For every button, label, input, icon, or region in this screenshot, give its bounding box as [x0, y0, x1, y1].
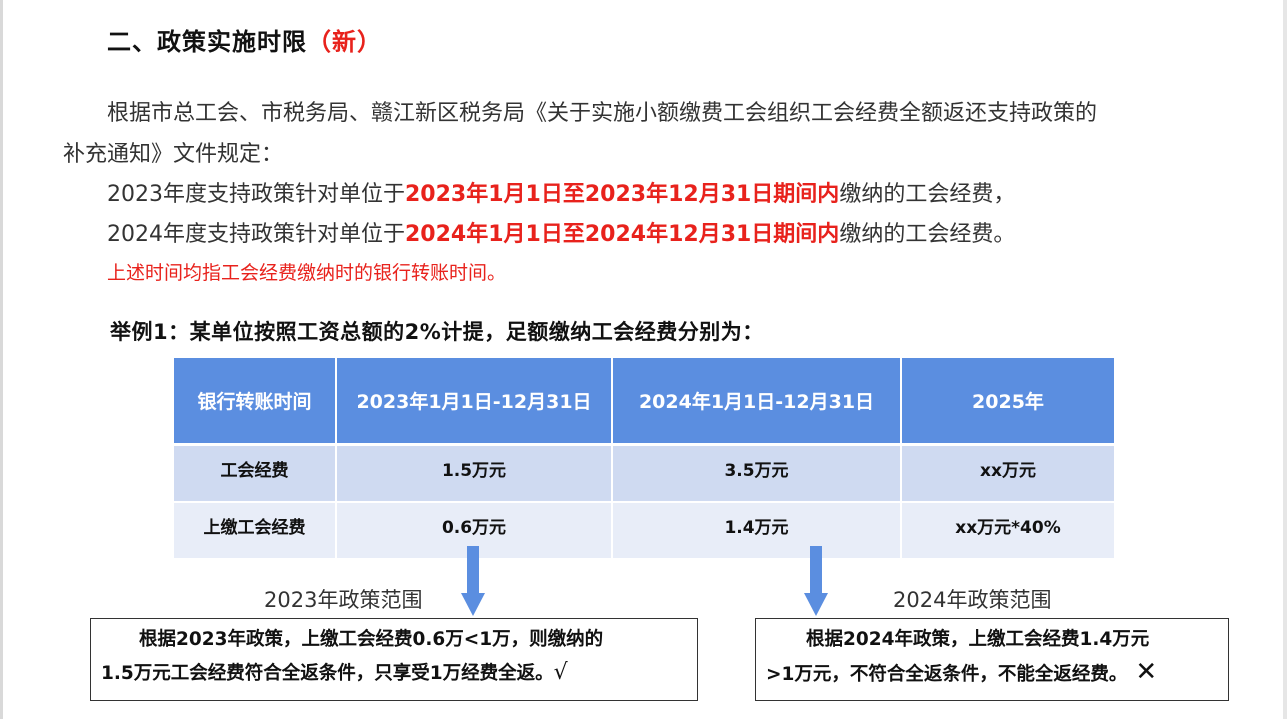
- cell-remitted-fee-2025: xx万元*40%: [901, 502, 1114, 560]
- box-2024-line-2: >1万元，不符合全返条件，不能全返经费。 ✕: [756, 656, 1228, 691]
- intro-line-2: 补充通知》文件规定：: [63, 142, 284, 167]
- arrow-down-icon: [461, 546, 485, 616]
- time-note: 上述时间均指工会经费缴纳时的银行转账时间。: [107, 262, 507, 284]
- table-row: 工会经费 1.5万元 3.5万元 xx万元: [174, 444, 1114, 503]
- policy-2023-line: 2023年度支持政策针对单位于2023年1月1日至2023年12月31日期间内缴…: [107, 176, 1015, 208]
- scope-2024-label: 2024年政策范围: [893, 588, 1052, 612]
- scope-2023-label: 2023年政策范围: [264, 588, 423, 612]
- explanation-box-2023: 根据2023年政策，上缴工会经费0.6万<1万，则缴纳的 1.5万元工会经费符合…: [90, 618, 698, 701]
- example-title: 举例1：某单位按照工资总额的2%计提，足额缴纳工会经费分别为：: [110, 320, 764, 344]
- box-2023-line-2: 1.5万元工会经费符合全返条件，只享受1万经费全返。√: [91, 656, 697, 690]
- cell-label-remitted-fee: 上缴工会经费: [174, 502, 337, 560]
- policy-2024-prefix: 2024年度支持政策针对单位于: [107, 222, 405, 247]
- box-2023-line-1: 根据2023年政策，上缴工会经费0.6万<1万，则缴纳的: [139, 629, 604, 650]
- slide-left-edge: [0, 0, 3, 719]
- table-header-row: 银行转账时间 2023年1月1日-12月31日 2024年1月1日-12月31日…: [174, 358, 1114, 446]
- policy-table: 银行转账时间 2023年1月1日-12月31日 2024年1月1日-12月31日…: [174, 358, 1114, 560]
- policy-2023-suffix: 缴纳的工会经费，: [839, 182, 1016, 207]
- header-transfer-time: 银行转账时间: [174, 358, 337, 446]
- title-new-tag: （新）: [307, 28, 382, 56]
- policy-2023-prefix: 2023年度支持政策针对单位于: [107, 182, 405, 207]
- section-title: 二、政策实施时限（新）: [107, 22, 382, 57]
- cell-remitted-fee-2024: 1.4万元: [612, 502, 902, 560]
- table-row: 上缴工会经费 0.6万元 1.4万元 xx万元*40%: [174, 502, 1114, 560]
- cross-mark-icon: ✕: [1135, 657, 1158, 687]
- cell-union-fee-2024: 3.5万元: [612, 444, 902, 503]
- header-2023: 2023年1月1日-12月31日: [336, 358, 613, 446]
- intro-line-1: 根据市总工会、市税务局、赣江新区税务局《关于实施小额缴费工会组织工会经费全额返还…: [107, 101, 1098, 126]
- policy-2024-suffix: 缴纳的工会经费。: [839, 222, 1016, 247]
- policy-2023-period: 2023年1月1日至2023年12月31日期间内: [405, 182, 840, 207]
- title-text: 二、政策实施时限: [107, 28, 307, 56]
- box-2024-line-2-text: >1万元，不符合全返条件，不能全返经费。: [766, 664, 1128, 685]
- header-2025: 2025年: [901, 358, 1114, 446]
- box-2024-line-1: 根据2024年政策，上缴工会经费1.4万元: [806, 629, 1150, 650]
- cell-union-fee-2025: xx万元: [901, 444, 1114, 503]
- box-2023-line-2-text: 1.5万元工会经费符合全返条件，只享受1万经费全返。: [101, 663, 554, 684]
- policy-2024-period: 2024年1月1日至2024年12月31日期间内: [405, 222, 840, 247]
- header-2024: 2024年1月1日-12月31日: [612, 358, 902, 446]
- slide-right-edge: [1283, 0, 1287, 719]
- check-mark-icon: √: [553, 660, 568, 685]
- cell-label-union-fee: 工会经费: [174, 444, 337, 503]
- cell-union-fee-2023: 1.5万元: [336, 444, 613, 503]
- policy-2024-line: 2024年度支持政策针对单位于2024年1月1日至2024年12月31日期间内缴…: [107, 216, 1015, 248]
- arrow-down-icon: [804, 546, 828, 616]
- explanation-box-2024: 根据2024年政策，上缴工会经费1.4万元 >1万元，不符合全返条件，不能全返经…: [755, 618, 1229, 701]
